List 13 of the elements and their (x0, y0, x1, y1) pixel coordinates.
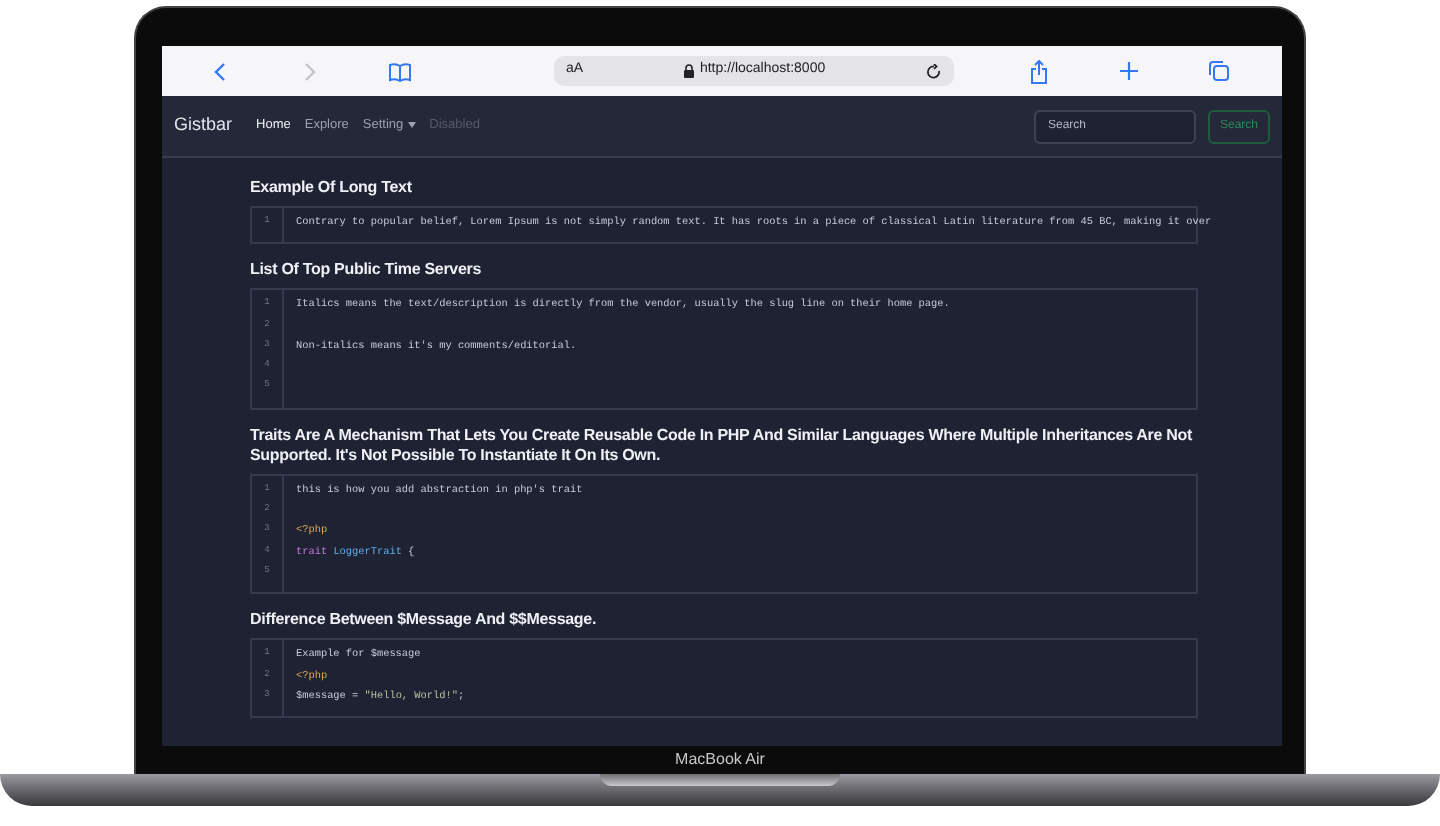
brand-link[interactable]: Gistbar (174, 112, 233, 140)
back-icon[interactable] (213, 61, 225, 81)
gist-title: Example Of Long Text (250, 178, 414, 198)
reload-icon[interactable] (926, 63, 942, 79)
gist-title: Difference Between $Message And $$Message. (250, 610, 599, 631)
tabs-icon[interactable] (1208, 60, 1230, 82)
gist-title: Traits Are A Mechanism That Lets You Create Reusable Code In PHP And Similar Languages Where Multiple Inheritances Are Not Supported. It's Not Possible To Instantiate It On Its Own. (250, 425, 1194, 466)
gist-title: List Of Top Public Time Servers (250, 260, 484, 281)
lock-icon (683, 64, 694, 78)
device-label: MacBook Air (675, 748, 765, 772)
plus-icon[interactable] (1120, 62, 1138, 80)
share-icon[interactable] (1030, 59, 1048, 83)
book-icon[interactable] (387, 61, 411, 81)
